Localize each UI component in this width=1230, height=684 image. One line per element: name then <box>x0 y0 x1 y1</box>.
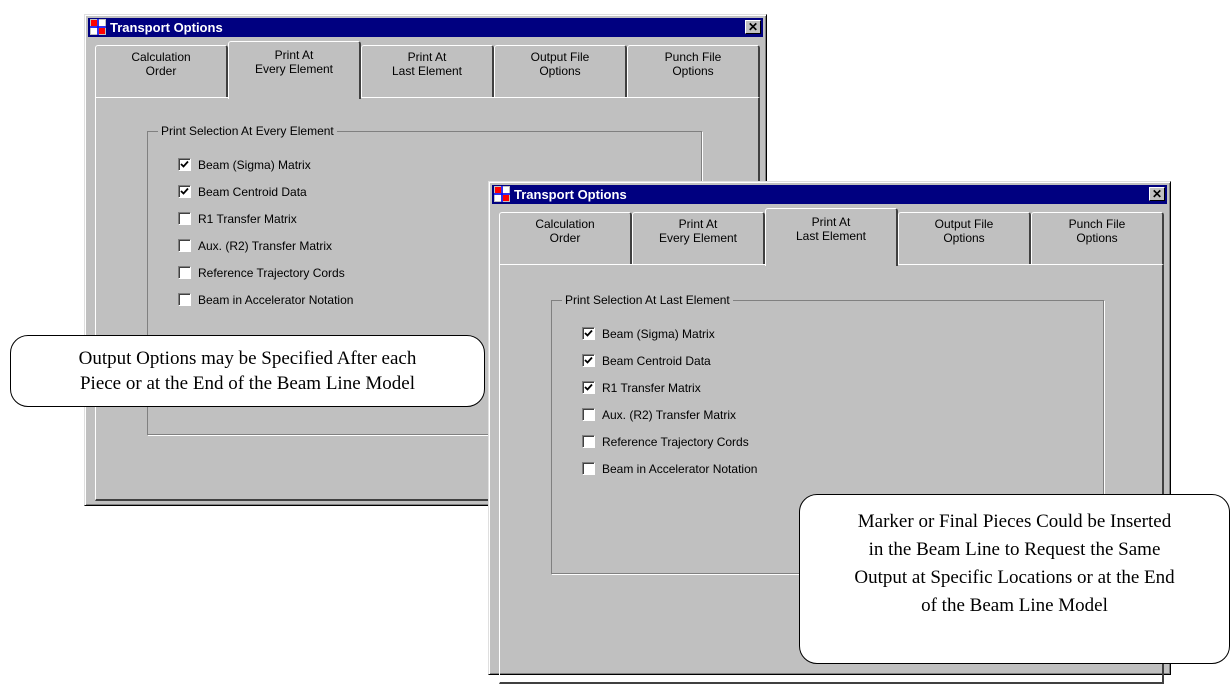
tab-label: Last Element <box>391 64 463 78</box>
checkbox-label: R1 Transfer Matrix <box>602 381 701 395</box>
checkbox-label: Beam Centroid Data <box>198 185 307 199</box>
tab-strip: Calculation Order Print At Every Element… <box>499 208 1164 266</box>
tab-output-file-options[interactable]: Output File Options <box>494 45 627 97</box>
checkbox-label: Beam in Accelerator Notation <box>198 293 354 307</box>
checkmark-icon <box>180 187 189 195</box>
tab-label: Options <box>539 64 581 78</box>
close-icon[interactable]: ✕ <box>1149 187 1165 201</box>
tab-print-at-last-element[interactable]: Print At Last Element <box>765 208 898 266</box>
callout-line: in the Beam Line to Request the Same <box>868 539 1161 560</box>
callout-line: of the Beam Line Model <box>921 595 1108 616</box>
tab-label: Output File <box>530 50 590 64</box>
checkbox-box[interactable] <box>582 462 595 475</box>
callout-marker-final-pieces: Marker or Final Pieces Could be Inserted… <box>799 494 1230 664</box>
callout-line: Marker or Final Pieces Could be Inserted <box>857 511 1172 532</box>
tab-label: Options <box>943 231 985 245</box>
tab-punch-file-options[interactable]: Punch File Options <box>627 45 760 97</box>
groupbox-title: Print Selection At Every Element <box>158 124 337 138</box>
tab-label: Last Element <box>795 229 867 243</box>
checkmark-icon <box>180 160 189 168</box>
checkbox-label: Beam in Accelerator Notation <box>602 462 758 476</box>
tab-label: Punch File <box>1068 217 1126 231</box>
tab-label: Options <box>672 64 714 78</box>
checkbox-label: Beam (Sigma) Matrix <box>602 327 715 341</box>
checkmark-icon <box>584 383 593 391</box>
callout-line: Output at Specific Locations or at the E… <box>854 567 1175 588</box>
callout-line: Output Options may be Specified After ea… <box>78 348 417 369</box>
tab-label: Order <box>145 64 177 78</box>
checkbox-box[interactable] <box>582 354 595 367</box>
transport-app-icon <box>90 19 106 35</box>
checkbox-label: Beam (Sigma) Matrix <box>198 158 311 172</box>
tab-label: Order <box>549 231 581 245</box>
tab-label: Print At <box>407 50 447 64</box>
callout-line: Piece or at the End of the Beam Line Mod… <box>79 373 416 394</box>
tab-label: Options <box>1076 231 1118 245</box>
window-1-titlebar[interactable]: Transport Options ✕ <box>88 18 763 37</box>
groupbox-title: Print Selection At Last Element <box>562 293 733 307</box>
window-title: Transport Options <box>514 187 627 202</box>
tab-strip: Calculation Order Print At Every Element… <box>95 41 760 99</box>
transport-app-icon <box>494 186 510 202</box>
checkbox-box[interactable] <box>178 293 191 306</box>
window-title: Transport Options <box>110 20 223 35</box>
tab-label: Calculation <box>535 217 595 231</box>
checkbox-label: Aux. (R2) Transfer Matrix <box>602 408 737 422</box>
checkbox-box[interactable] <box>582 435 595 448</box>
checkbox-box[interactable] <box>178 158 191 171</box>
checkbox-box[interactable] <box>582 381 595 394</box>
tab-print-at-every-element[interactable]: Print At Every Element <box>228 41 361 99</box>
checkbox-box[interactable] <box>178 239 191 252</box>
tab-label: Punch File <box>664 50 722 64</box>
checkbox-box[interactable] <box>178 266 191 279</box>
checkbox-label: Beam Centroid Data <box>602 354 711 368</box>
checkbox-label: Reference Trajectory Cords <box>602 435 749 449</box>
tab-output-file-options[interactable]: Output File Options <box>898 212 1031 264</box>
tab-label: Print At <box>678 217 718 231</box>
checkbox-label: R1 Transfer Matrix <box>198 212 297 226</box>
checkbox-box[interactable] <box>178 212 191 225</box>
tab-label: Calculation <box>131 50 191 64</box>
tab-label: Print At <box>274 48 314 62</box>
tab-label: Output File <box>934 217 994 231</box>
tab-calculation-order[interactable]: Calculation Order <box>499 212 632 264</box>
tab-print-at-every-element[interactable]: Print At Every Element <box>632 212 765 264</box>
close-icon[interactable]: ✕ <box>745 20 761 34</box>
checkbox-label: Reference Trajectory Cords <box>198 266 345 280</box>
tab-punch-file-options[interactable]: Punch File Options <box>1031 212 1164 264</box>
checkbox-box[interactable] <box>178 185 191 198</box>
window-2-titlebar[interactable]: Transport Options ✕ <box>492 185 1167 204</box>
tab-print-at-last-element[interactable]: Print At Last Element <box>361 45 494 97</box>
checkmark-icon <box>584 329 593 337</box>
tab-label: Every Element <box>254 62 334 76</box>
checkmark-icon <box>584 356 593 364</box>
tab-label: Every Element <box>658 231 738 245</box>
tab-label: Print At <box>811 215 851 229</box>
checkbox-box[interactable] <box>582 408 595 421</box>
checkbox-label: Aux. (R2) Transfer Matrix <box>198 239 333 253</box>
checkbox-box[interactable] <box>582 327 595 340</box>
tab-calculation-order[interactable]: Calculation Order <box>95 45 228 97</box>
callout-output-options: Output Options may be Specified After ea… <box>10 335 485 407</box>
